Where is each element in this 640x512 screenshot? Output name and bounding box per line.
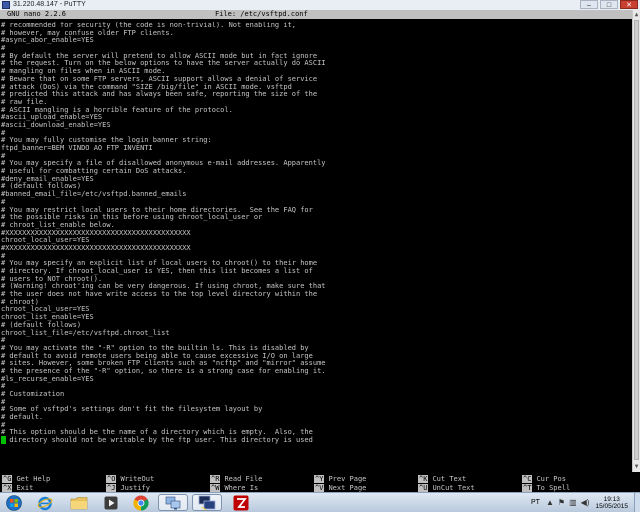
editor-line[interactable]: chroot_list_enable=YES <box>1 313 631 322</box>
editor-line[interactable]: # useful for combatting certain DoS atta… <box>1 167 631 176</box>
language-indicator[interactable]: PT <box>531 499 540 506</box>
nano-shortcuts: ^G Get Help ^O WriteOut ^R Read File ^Y Prev… <box>0 474 632 492</box>
shortcut-to-spell: ^T To Spell <box>522 483 571 492</box>
internet-explorer-icon <box>37 496 53 510</box>
editor-line[interactable]: # Some of vsftpd's settings don't fit th… <box>1 406 631 414</box>
editor-line[interactable]: # <box>1 383 631 391</box>
media-player-icon <box>104 496 118 509</box>
close-button[interactable]: ✕ <box>620 0 638 9</box>
editor-line[interactable]: # default. <box>1 413 631 422</box>
clock-time: 19:13 <box>603 495 620 503</box>
taskbar: PT ▲ ⚑ ▥ ◀) 19:13 15/05/2015 <box>0 492 640 512</box>
shortcut-writeout: ^O WriteOut <box>106 474 155 483</box>
editor-line[interactable]: #XXXXXXXXXXXXXXXXXXXXXXXXXXXXXXXXXXXXXXX… <box>1 244 631 253</box>
editor-line[interactable]: chroot_local_user=YES <box>1 306 631 314</box>
taskbar-chrome[interactable] <box>126 494 156 511</box>
network-icon[interactable]: ▥ <box>569 498 577 507</box>
shortcut-uncut-text: ^U UnCut Text <box>418 483 475 492</box>
nano-filename: File: /etc/vsftpd.conf <box>215 10 308 18</box>
vertical-scrollbar[interactable]: ▲ ▼ <box>632 10 640 472</box>
scrollbar-thumb[interactable] <box>634 20 639 460</box>
clock[interactable]: 19:13 15/05/2015 <box>595 496 628 510</box>
editor-line[interactable]: # Customization <box>1 390 631 399</box>
volume-icon[interactable]: ◀) <box>581 498 590 507</box>
taskbar-putty[interactable] <box>192 494 222 511</box>
shortcut-cut-text: ^K Cut Text <box>418 474 467 483</box>
shortcut-justify: ^J Justify <box>106 483 150 492</box>
shortcut-where-is: ^W Where Is <box>210 483 259 492</box>
shortcut-next-page: ^V Next Page <box>314 483 367 492</box>
editor-line[interactable]: ftpd_banner=BEM VINDO AO FTP INVENTI <box>1 144 631 153</box>
editor-line[interactable]: #ls_recurse_enable=YES <box>1 375 631 384</box>
editor-line[interactable]: #async_abor_enable=YES <box>1 37 631 45</box>
editor-line[interactable]: #ascii_download_enable=YES <box>1 121 631 130</box>
scroll-down-icon[interactable]: ▼ <box>633 463 640 471</box>
editor-line[interactable]: #XXXXXXXXXXXXXXXXXXXXXXXXXXXXXXXXXXXXXXX… <box>1 229 631 238</box>
editor-line[interactable]: chroot_list_file=/etc/vsftpd.chroot_list <box>1 329 631 338</box>
taskbar-network-app[interactable] <box>158 494 188 511</box>
filezilla-icon <box>233 495 249 510</box>
taskbar-internet-explorer[interactable] <box>30 494 60 511</box>
network-computer-icon <box>165 496 181 509</box>
system-tray: PT ▲ ⚑ ▥ ◀) 19:13 15/05/2015 <box>531 493 640 512</box>
editor-line[interactable]: # predicted this attack and has always b… <box>1 90 631 99</box>
minimize-button[interactable]: – <box>580 0 598 9</box>
shortcut-prev-page: ^Y Prev Page <box>314 474 367 483</box>
flag-icon[interactable]: ⚑ <box>558 498 565 507</box>
nano-header: GNU nano 2.2.6 File: /etc/vsftpd.conf <box>0 10 632 19</box>
editor-line[interactable]: #banned_email_file=/etc/vsftpd.banned_em… <box>1 190 631 199</box>
chrome-icon <box>133 495 149 510</box>
editor-line[interactable]: # directory should not be writable by th… <box>1 436 631 445</box>
window-title: 31.220.48.147 - PuTTY <box>13 1 86 8</box>
editor-line[interactable]: # however, may confuse older FTP clients… <box>1 29 631 38</box>
shortcut-cur-pos: ^C Cur Pos <box>522 474 566 483</box>
editor-area[interactable]: # recommended for security (the code is … <box>1 22 631 472</box>
taskbar-media-player[interactable] <box>96 494 126 511</box>
windows-start-icon <box>6 494 22 511</box>
putty-icon <box>2 1 10 9</box>
shortcut-exit: ^X Exit <box>2 483 34 492</box>
nano-version: GNU nano 2.2.6 <box>7 10 67 18</box>
editor-line[interactable]: #deny_email_enable=YES <box>1 175 631 184</box>
shortcut-get-help: ^G Get Help <box>2 474 51 483</box>
editor-line[interactable]: # the user does not have write access to… <box>1 290 631 299</box>
start-button[interactable] <box>2 494 26 511</box>
show-hidden-icons-icon[interactable]: ▲ <box>546 498 554 507</box>
editor-line[interactable]: # the presence of the "-R" option, so th… <box>1 367 631 376</box>
shortcut-read-file: ^R Read File <box>210 474 263 483</box>
show-desktop-button[interactable] <box>634 493 640 512</box>
maximize-button[interactable]: □ <box>600 0 618 9</box>
folder-icon <box>70 496 88 509</box>
clock-date: 15/05/2015 <box>595 502 628 510</box>
editor-line[interactable]: # chroot) <box>1 298 631 307</box>
scroll-up-icon[interactable]: ▲ <box>633 11 640 19</box>
text-cursor <box>1 436 6 444</box>
taskbar-filezilla[interactable] <box>226 494 256 511</box>
putty-app-icon <box>198 495 216 511</box>
taskbar-file-explorer[interactable] <box>64 494 94 511</box>
